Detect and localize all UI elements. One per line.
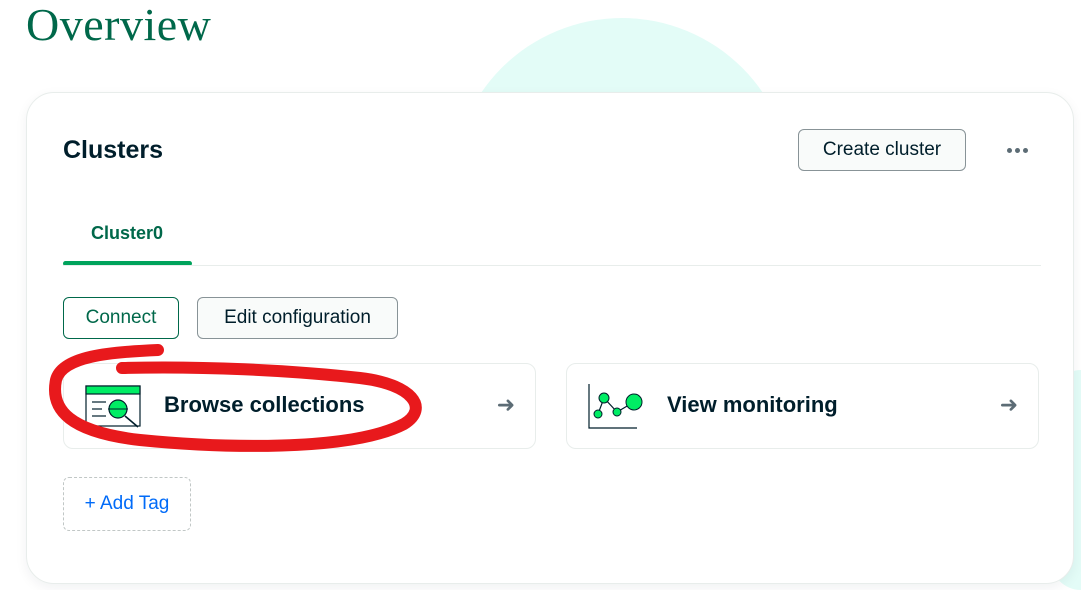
tab-cluster0[interactable]: Cluster0	[63, 219, 191, 267]
add-tag-button[interactable]: + Add Tag	[63, 477, 191, 531]
browse-collections-icon	[84, 382, 142, 432]
monitoring-chart-icon	[587, 382, 645, 432]
edit-configuration-button[interactable]: Edit configuration	[197, 297, 398, 339]
arrow-right-icon: ➜	[999, 392, 1018, 417]
view-monitoring-label: View monitoring	[667, 392, 838, 417]
clusters-heading: Clusters	[63, 136, 164, 164]
view-monitoring-card[interactable]: View monitoring ➜	[566, 363, 1039, 449]
connect-button[interactable]: Connect	[63, 297, 179, 339]
more-options-button[interactable]	[993, 137, 1041, 163]
tab-divider	[63, 265, 1041, 266]
arrow-right-icon: ➜	[496, 392, 515, 417]
clusters-card: Clusters Create cluster Cluster0 Connect…	[26, 92, 1074, 584]
browse-collections-label: Browse collections	[164, 392, 365, 417]
create-cluster-button[interactable]: Create cluster	[798, 129, 966, 171]
ellipsis-icon	[1006, 147, 1028, 153]
browse-collections-card[interactable]: Browse collections ➜	[63, 363, 536, 449]
page-title: Overview	[26, 0, 212, 50]
